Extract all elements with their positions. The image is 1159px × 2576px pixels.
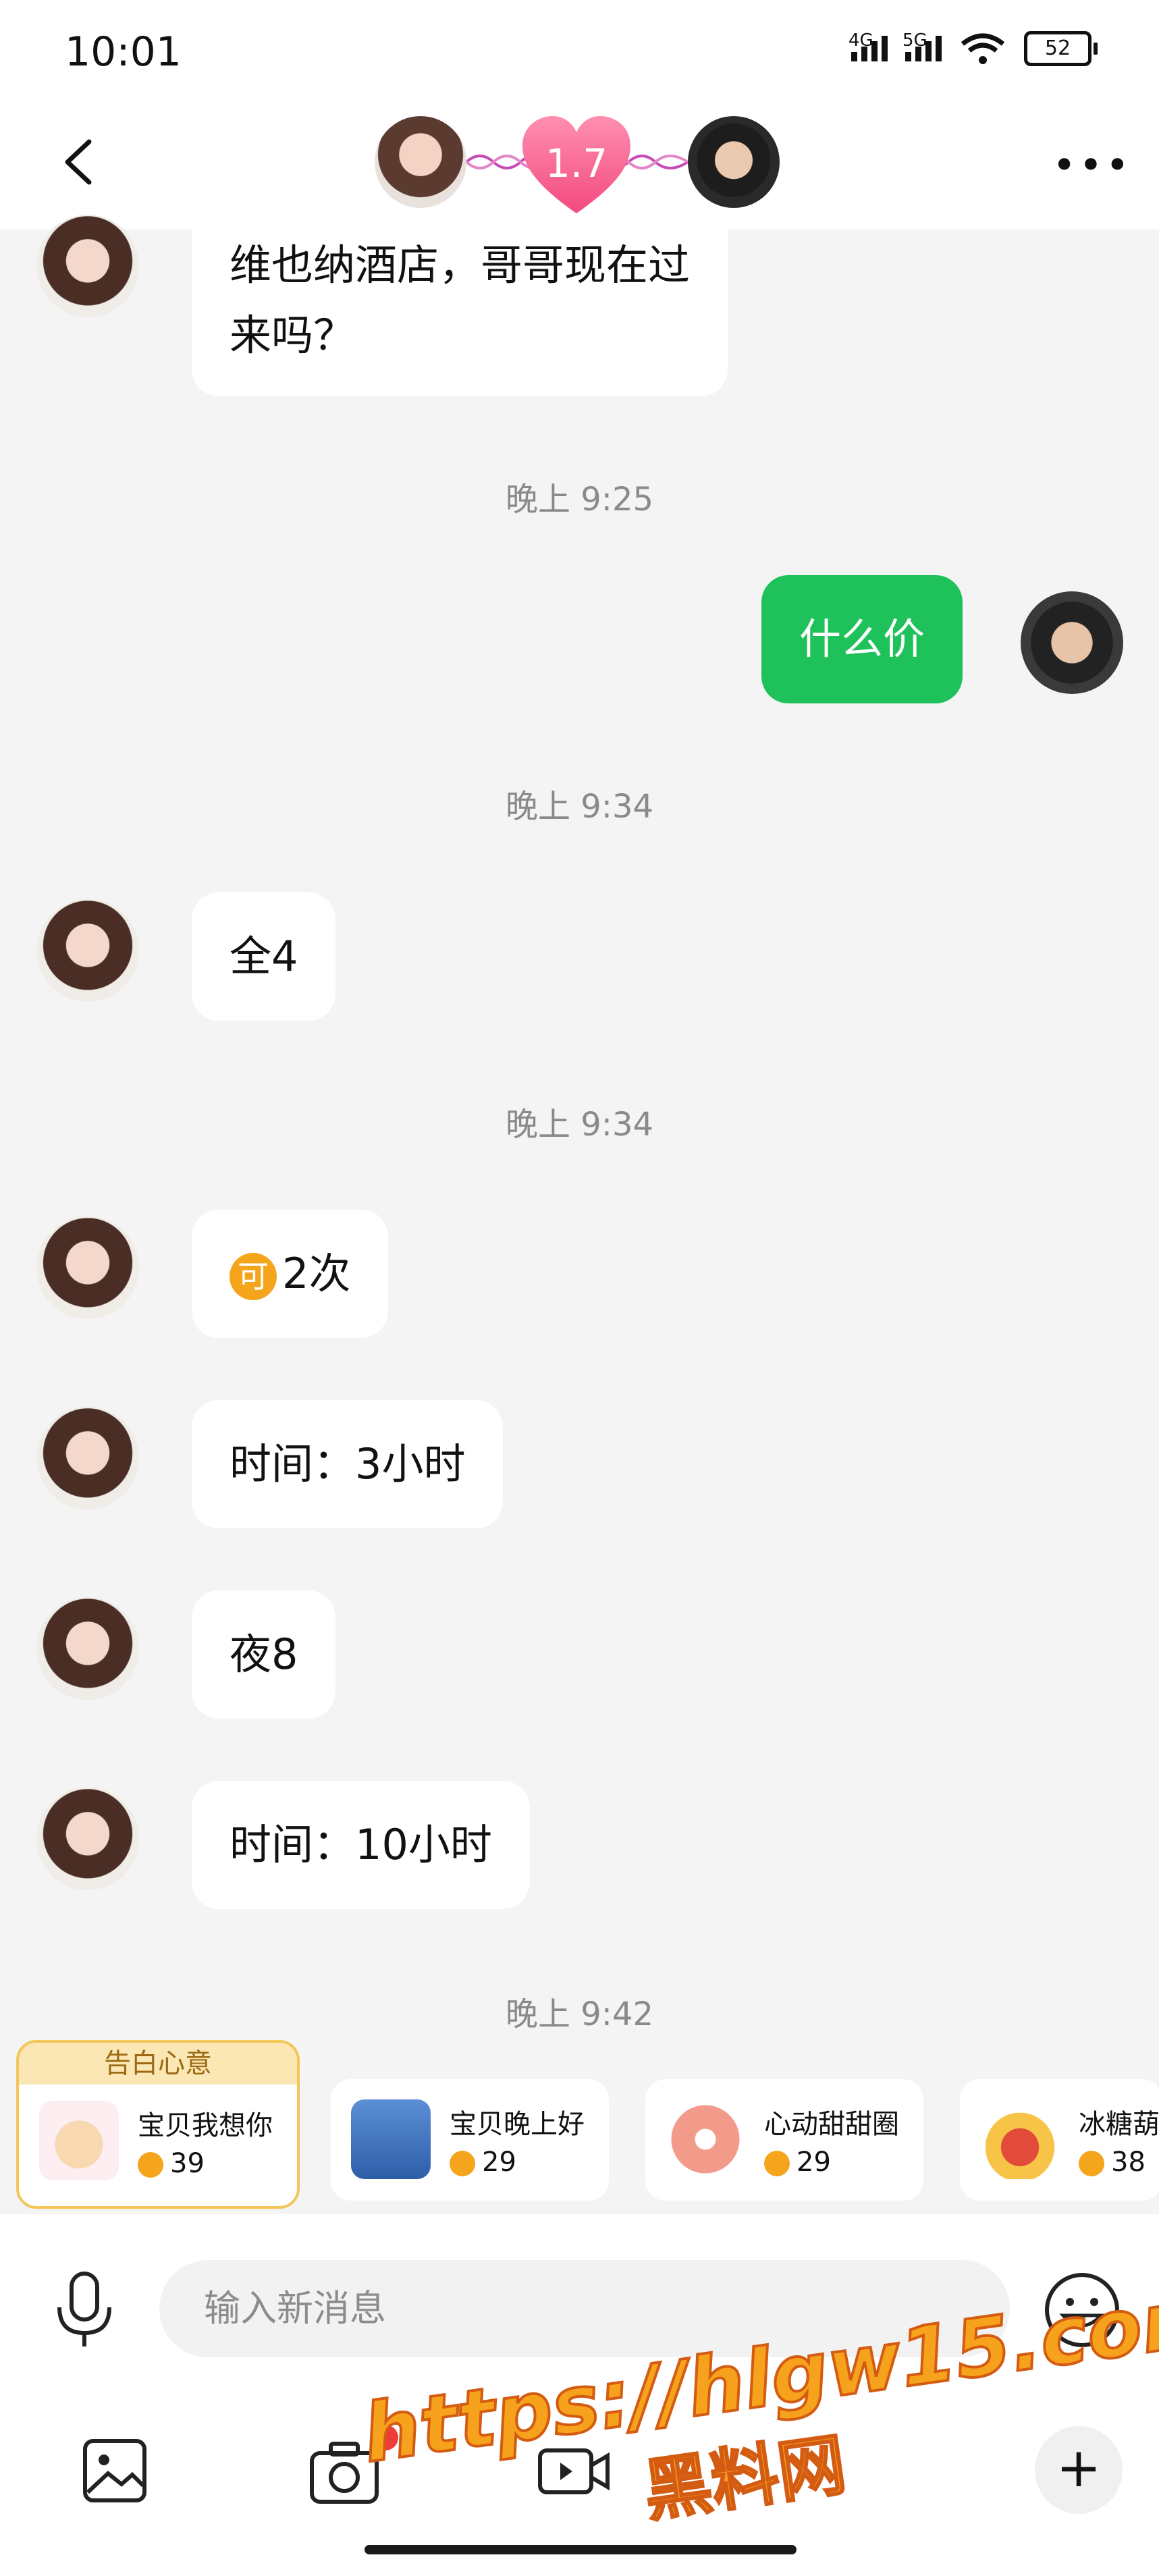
signal-4g-icon: 4G [848, 30, 888, 61]
wifi-icon [961, 33, 1005, 64]
gift-image [351, 2099, 431, 2179]
gift-card[interactable]: 宝贝晚上好 29 [331, 2079, 609, 2201]
gift-name: 冰糖葫 [1079, 2109, 1159, 2140]
emoji-ke-icon: 可 [230, 1252, 277, 1300]
microphone-icon[interactable] [47, 2270, 122, 2351]
coin-icon [138, 2152, 163, 2178]
message-timestamp: 晚上 9:25 [505, 481, 654, 518]
gift-category-label: 告白心意 [19, 2043, 297, 2085]
message-bubble[interactable]: 时间：10小时 [192, 1781, 530, 1909]
contact-avatar[interactable] [36, 1788, 139, 1890]
more-options-icon[interactable]: ••• [1052, 142, 1132, 189]
gift-strip: 告白心意 宝贝我想你 39 宝贝晚上好 29 心动甜甜圈 29 冰糖葫 38 [0, 2032, 1159, 2214]
intimacy-indicator[interactable]: 1.7 [375, 116, 780, 217]
gift-card[interactable]: 冰糖葫 38 [960, 2079, 1159, 2201]
message-bubble[interactable]: 全4 [192, 892, 336, 1021]
gift-price: 39 [138, 2148, 205, 2179]
coin-icon [450, 2151, 475, 2176]
gift-name: 宝贝晚上好 [450, 2109, 585, 2140]
plus-icon[interactable]: + [1035, 2426, 1123, 2514]
gift-image [980, 2099, 1060, 2179]
battery-icon: 52 [1024, 31, 1098, 66]
image-icon[interactable] [74, 2430, 155, 2511]
contact-avatar[interactable] [36, 1407, 139, 1509]
back-arrow-icon[interactable] [49, 128, 109, 196]
my-avatar[interactable] [688, 116, 780, 208]
message-bubble[interactable]: 维也纳酒店，哥哥现在过 来吗？ [192, 219, 728, 396]
signal-5g-icon: 5G [902, 30, 942, 61]
status-time: 10:01 [65, 28, 182, 76]
gift-image [39, 2101, 119, 2180]
contact-avatar[interactable] [375, 116, 466, 208]
gift-price: 38 [1079, 2147, 1145, 2178]
coin-icon [764, 2151, 790, 2176]
home-indicator[interactable] [365, 2545, 797, 2554]
message-bubble-sent[interactable]: 什么价 [761, 575, 963, 703]
message-bubble[interactable]: 可 2次 [192, 1210, 389, 1338]
message-timestamp: 晚上 9:34 [505, 1106, 654, 1144]
message-bubble[interactable]: 时间：3小时 [192, 1400, 504, 1528]
contact-avatar[interactable] [36, 1216, 139, 1319]
chat-header: 1.7 ••• [0, 101, 1159, 230]
gift-card[interactable]: 心动甜甜圈 29 [645, 2079, 923, 2201]
message-bubble[interactable]: 夜8 [192, 1590, 336, 1719]
my-avatar[interactable] [1021, 591, 1123, 694]
message-timestamp: 晚上 9:34 [505, 788, 654, 826]
gift-name: 宝贝我想你 [138, 2110, 273, 2141]
gift-price: 29 [450, 2147, 516, 2178]
status-bar: 10:01 4G 5G 52 [0, 0, 1159, 101]
gift-card[interactable]: 告白心意 宝贝我想你 39 [16, 2040, 300, 2209]
contact-avatar[interactable] [36, 215, 139, 317]
status-icons: 4G 5G 52 [848, 30, 1098, 66]
coin-icon [1079, 2151, 1104, 2176]
contact-avatar[interactable] [36, 1597, 139, 1700]
message-timestamp: 晚上 9:42 [505, 1995, 654, 2033]
intimacy-value: 1.7 [545, 140, 608, 186]
contact-avatar[interactable] [36, 899, 139, 1002]
gift-image [666, 2099, 745, 2179]
gift-name: 心动甜甜圈 [764, 2109, 899, 2140]
gift-price: 29 [764, 2147, 831, 2178]
